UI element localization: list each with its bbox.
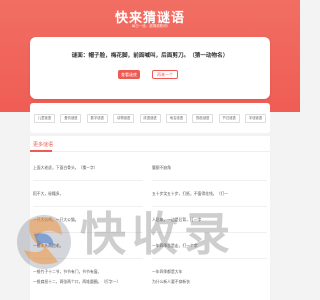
- riddle-card: 谜面：帽子脸，梅花脚，前面喊叫，后面剪刀。（猜一动物名） 查看谜底 再来一个: [30, 37, 270, 99]
- category-link[interactable]: 数字谜语: [86, 114, 108, 123]
- category-link[interactable]: 爱情谜语: [60, 114, 82, 123]
- category-bar: 儿童谜语 爱情谜语 数字谜语 动物谜语 成语谜语 地名谜语 物品谜语 节日谜语 …: [30, 103, 270, 133]
- riddle-list-item[interactable]: 稻不大，秘籍多。: [33, 191, 143, 197]
- site-slogan: 每日一谜，越猜越聪明!: [131, 24, 169, 28]
- category-link[interactable]: 节日谜语: [218, 114, 240, 123]
- riddle-list-item[interactable]: 五十步笑五十步，打纸，不值得花钱。（打一: [152, 191, 267, 197]
- category-link[interactable]: 成语谜语: [139, 114, 161, 123]
- riddle-list-item[interactable]: 为什么新人要不穿新衣: [152, 279, 267, 285]
- category-link[interactable]: 动物谜语: [113, 114, 135, 123]
- category-link[interactable]: 地名谜语: [165, 114, 187, 123]
- riddle-list-item[interactable]: 一根扁担十二，两张两个口，两堆圆圈。（打字一）: [33, 279, 143, 285]
- more-riddles-title: 更多谜语: [33, 142, 54, 148]
- category-link[interactable]: 儿童谜语: [34, 114, 55, 123]
- show-answer-button[interactable]: 查看谜底: [118, 70, 140, 79]
- divider: [30, 151, 270, 152]
- next-riddle-button[interactable]: 再来一个: [152, 70, 178, 79]
- divider: [33, 180, 143, 181]
- riddle-list-item[interactable]: 一年四季都是大年: [152, 269, 267, 275]
- title-underline: [30, 150, 52, 152]
- riddle-question: 谜面：帽子脸，梅花脚，前面喊叫，后面剪刀。（猜一动物名）: [71, 53, 229, 59]
- riddle-list-item[interactable]: 上面大老虎，下面白骨头。（猜一字）: [33, 165, 143, 171]
- category-link[interactable]: 物品谜语: [192, 114, 214, 123]
- riddle-list-item[interactable]: 一根竹子十二节，节节有门，节节有窗。: [33, 269, 143, 275]
- riddle-list-item[interactable]: 腰颤不缺角: [152, 165, 267, 171]
- divider: [152, 180, 267, 181]
- category-link[interactable]: 字谜谜语: [245, 114, 266, 123]
- watermark-text: 快收录: [80, 207, 236, 261]
